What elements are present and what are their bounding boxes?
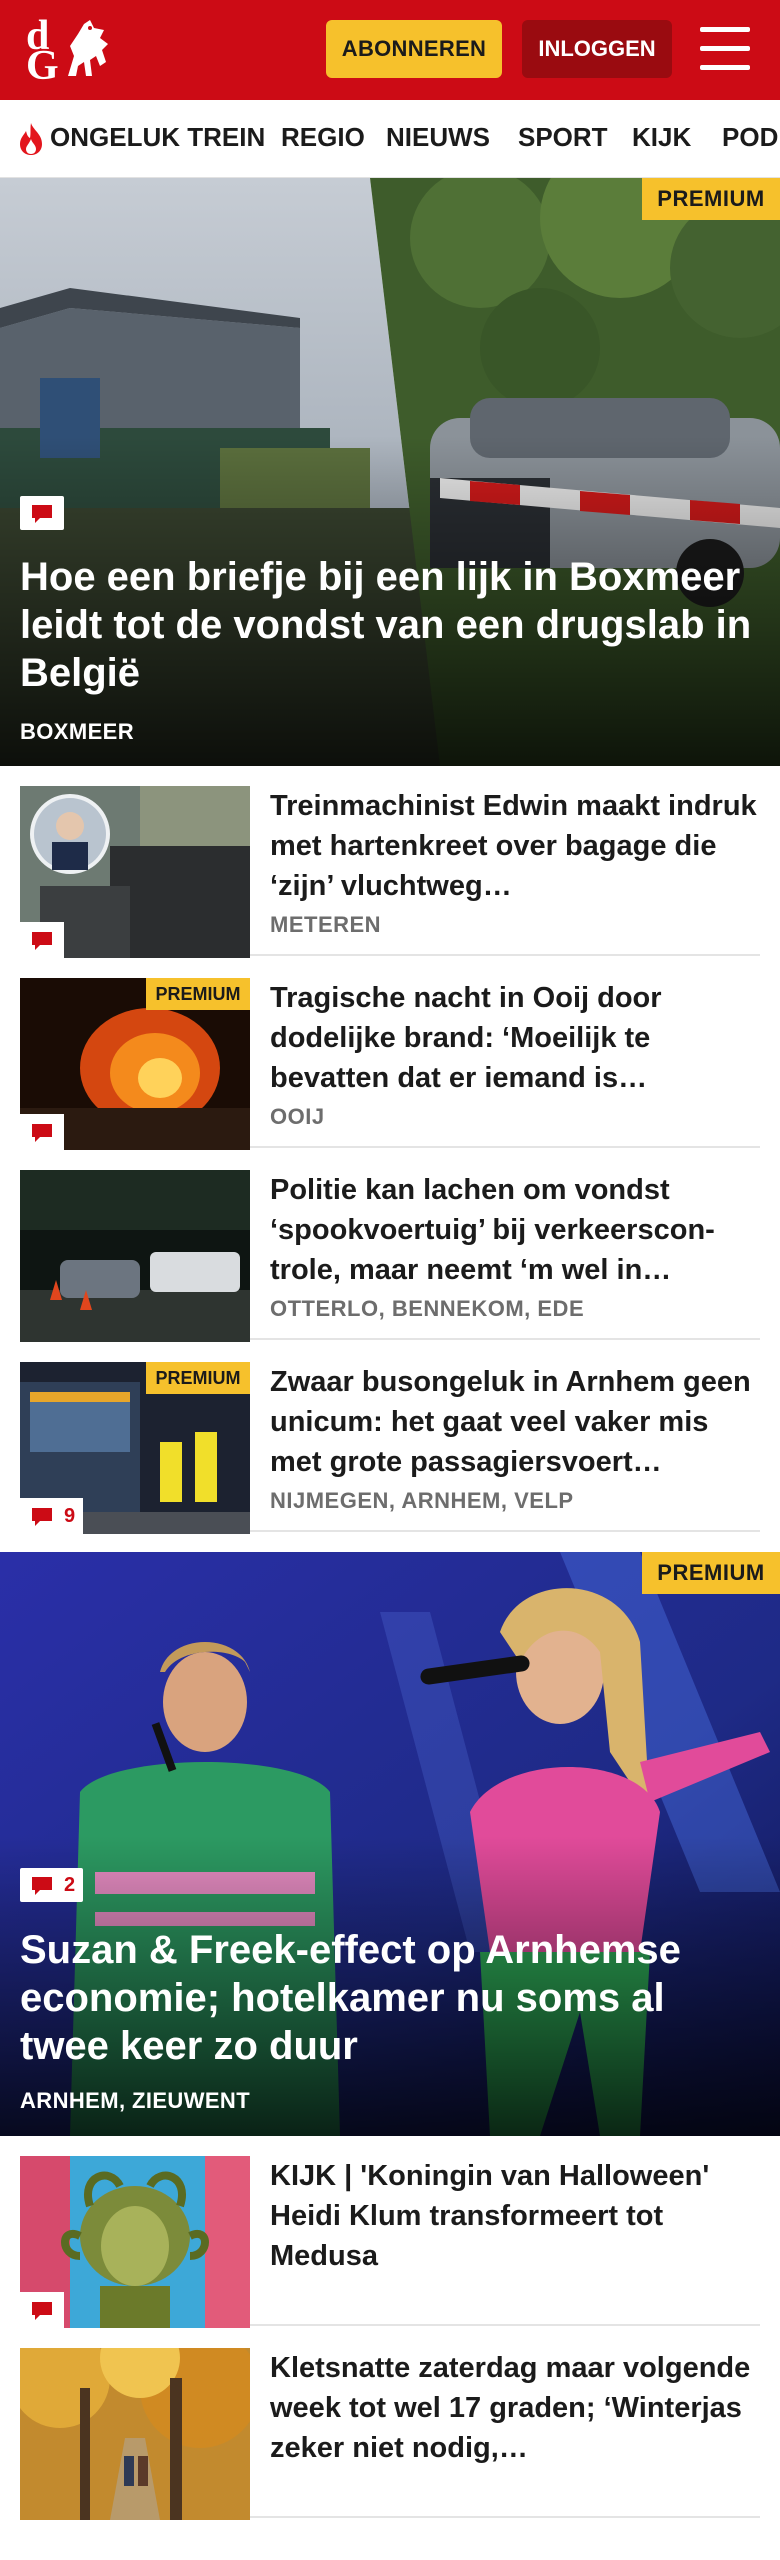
comment-badge: 9 bbox=[20, 1498, 84, 1534]
list-item[interactable]: Treinmachinist Edwin maakt indruk met ha… bbox=[20, 766, 760, 958]
premium-badge: PREMIUM bbox=[146, 978, 250, 1010]
hero-location: BOXMEER bbox=[20, 719, 135, 744]
hero-article-boxmeer[interactable]: PREMIUM Hoe een briefje bij een lijk in … bbox=[0, 178, 780, 766]
list-item[interactable]: PREMIUM Tragische nacht in Ooij door dod… bbox=[20, 958, 760, 1150]
comment-icon bbox=[32, 1877, 52, 1895]
comment-badge bbox=[20, 496, 64, 530]
hero-headline[interactable]: Hoe een briefje bij een lijk in Boxmeer … bbox=[20, 553, 760, 697]
article-thumbnail bbox=[20, 2348, 250, 2520]
premium-badge: PREMIUM bbox=[146, 1362, 250, 1394]
horse-emblem-icon bbox=[68, 20, 108, 76]
list-item[interactable]: Kletsnatte zaterdag maar volgende week t… bbox=[20, 2328, 760, 2520]
comment-icon bbox=[32, 2302, 52, 2320]
comment-badge bbox=[20, 922, 64, 958]
comment-badge bbox=[20, 2292, 64, 2328]
premium-badge: PREMIUM bbox=[642, 178, 780, 220]
hero-headline[interactable]: Suzan & Freek-effect op Arnhemse economi… bbox=[20, 1926, 760, 2070]
article-title[interactable]: Tragische nacht in Ooij door dodelijke b… bbox=[270, 978, 760, 1098]
site-logo[interactable]: d G bbox=[22, 12, 114, 89]
article-thumbnail bbox=[20, 2156, 250, 2328]
article-location: NIJMEGEN, ARNHEM, VELP bbox=[270, 1488, 574, 1513]
premium-badge: PREMIUM bbox=[642, 1552, 780, 1594]
hero-location: ARNHEM, ZIEUWENT bbox=[20, 2088, 251, 2113]
comment-icon bbox=[32, 505, 52, 523]
list-item[interactable]: KIJK | 'Koningin van Halloween' Heidi Kl… bbox=[20, 2136, 760, 2328]
nav-item-nieuws[interactable]: NIEUWS bbox=[386, 122, 490, 153]
thumbnail-image bbox=[20, 1170, 250, 1342]
subscribe-button[interactable]: ABONNEREN bbox=[326, 20, 502, 78]
login-button[interactable]: INLOGGEN bbox=[522, 20, 672, 78]
article-location: METEREN bbox=[270, 912, 382, 937]
article-thumbnail bbox=[20, 1170, 250, 1342]
comment-badge: 2 bbox=[20, 1868, 84, 1902]
comment-icon bbox=[32, 1508, 52, 1526]
thumbnail-image bbox=[20, 2348, 250, 2520]
nav-item-kijk[interactable]: KIJK bbox=[632, 122, 691, 153]
article-title[interactable]: KIJK | 'Koningin van Halloween' Heidi Kl… bbox=[270, 2156, 760, 2276]
article-location: OOIJ bbox=[270, 1104, 325, 1129]
list-item[interactable]: Politie kan lachen om vondst ‘spookvoert… bbox=[20, 1150, 760, 1342]
hamburger-icon[interactable] bbox=[700, 27, 752, 71]
nav-item-regio[interactable]: REGIO bbox=[281, 122, 365, 153]
logo-letter-g: G bbox=[26, 43, 59, 89]
article-thumbnail: PREMIUM bbox=[20, 978, 250, 1150]
article-location: OTTERLO, BENNEKOM, EDE bbox=[270, 1296, 585, 1321]
comment-icon bbox=[32, 1124, 52, 1142]
article-thumbnail: PREMIUM 9 bbox=[20, 1362, 250, 1534]
article-title[interactable]: Zwaar busongeluk in Arnhem geen unicum: … bbox=[270, 1362, 760, 1482]
article-thumbnail bbox=[20, 786, 250, 958]
comment-count: 2 bbox=[64, 1873, 76, 1896]
top-header: d G ABONNEREN INLOGGEN bbox=[0, 0, 780, 100]
comment-count: 9 bbox=[64, 1504, 76, 1527]
article-title[interactable]: Kletsnatte zaterdag maar volgende week t… bbox=[270, 2348, 760, 2468]
nav-item-ongeluk-trein[interactable]: ONGELUK TREIN bbox=[50, 122, 265, 153]
comment-icon bbox=[32, 932, 52, 950]
hero-article-suzan-freek[interactable]: PREMIUM 2 Suzan & Freek-effect op Arnhem… bbox=[0, 1552, 780, 2136]
nav-item-sport[interactable]: SPORT bbox=[518, 122, 608, 153]
article-title[interactable]: Treinmachinist Edwin maakt indruk met ha… bbox=[270, 786, 760, 906]
article-title[interactable]: Politie kan lachen om vondst ‘spookvoert… bbox=[270, 1170, 760, 1290]
list-item[interactable]: PREMIUM 9 Zwaar busongeluk in Arnhem gee… bbox=[20, 1342, 760, 1534]
category-nav: ONGELUK TREIN REGIO NIEUWS SPORT KIJK PO… bbox=[0, 100, 780, 178]
comment-badge bbox=[20, 1114, 64, 1150]
nav-item-podcast[interactable]: POD bbox=[722, 122, 778, 153]
flame-icon bbox=[20, 123, 42, 155]
